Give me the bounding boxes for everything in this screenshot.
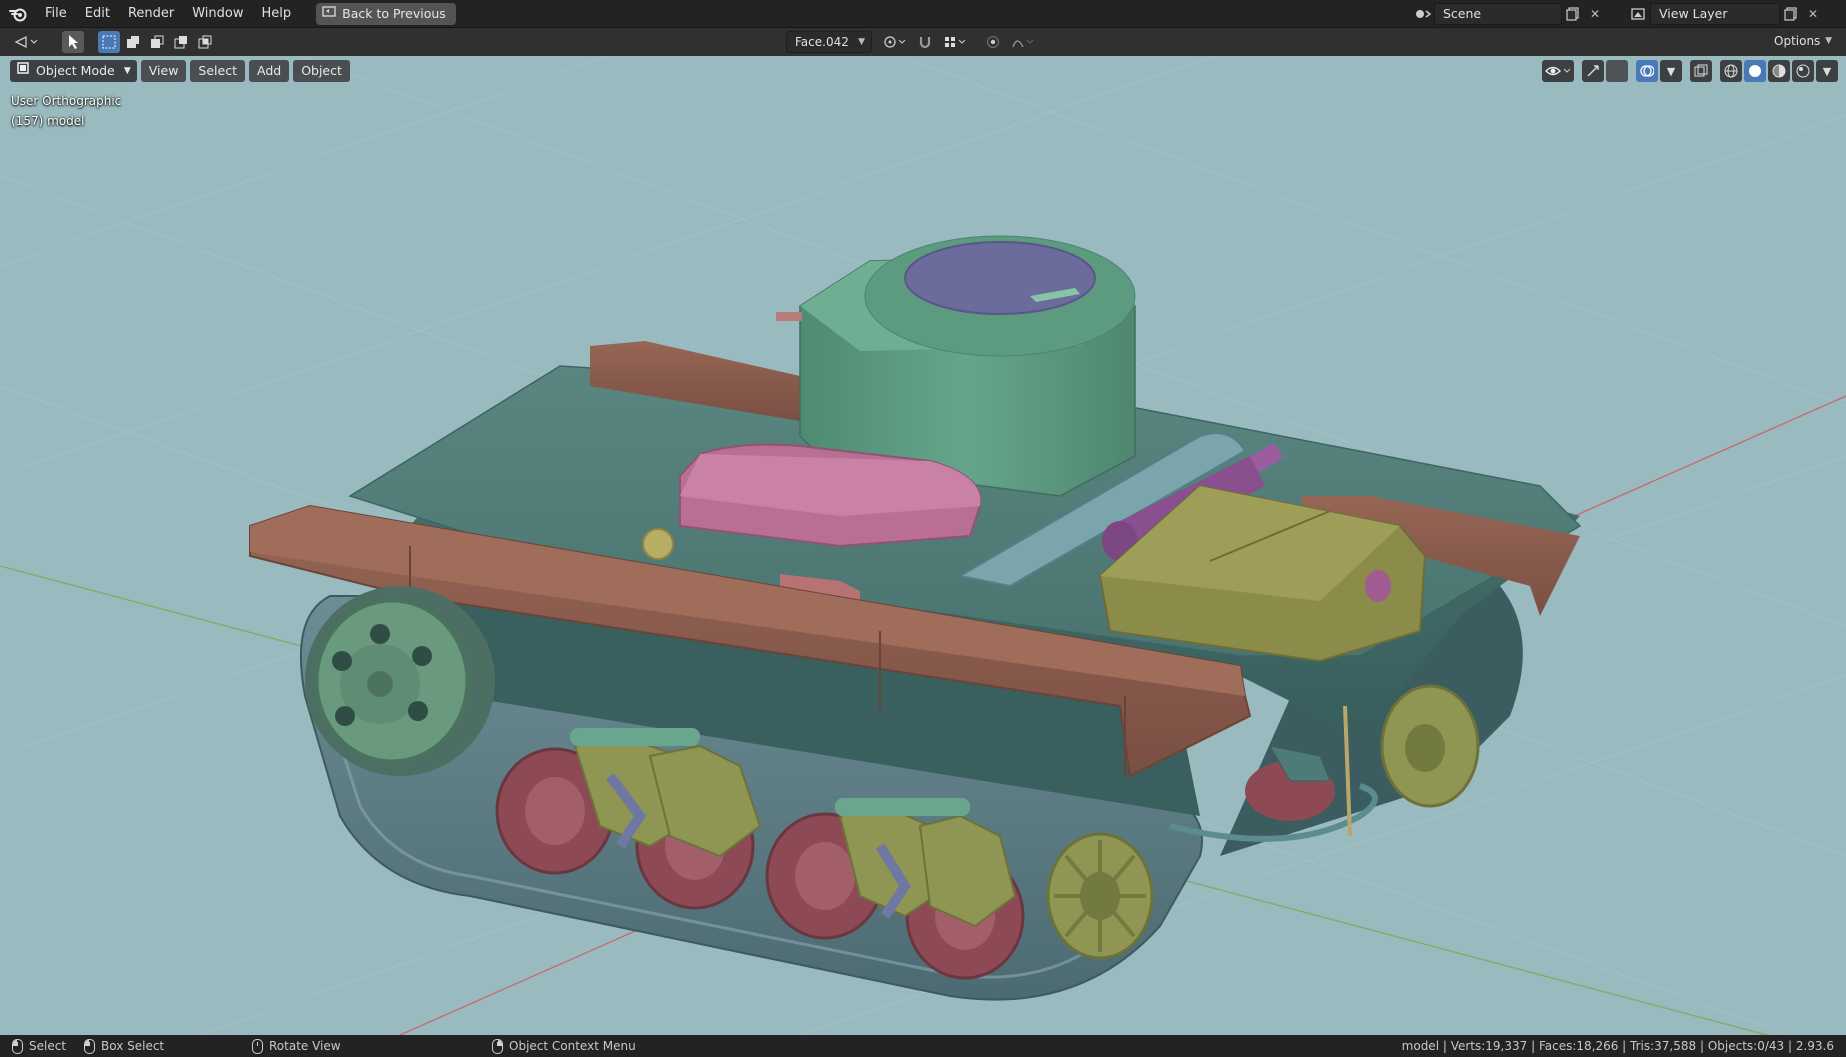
chevron-down-icon[interactable]: ▼ (1816, 60, 1838, 82)
transform-tools (880, 31, 1038, 53)
menu-select[interactable]: Select (190, 60, 245, 82)
select-subtract-icon[interactable] (146, 31, 168, 53)
new-scene-icon[interactable] (1562, 3, 1584, 25)
overlays-icon[interactable] (1636, 60, 1658, 82)
status-rotate-view: Rotate View (252, 1038, 341, 1054)
status-select: Select (12, 1038, 67, 1054)
falloff-curve-icon[interactable] (1008, 31, 1038, 53)
select-intersect-icon[interactable] (194, 31, 216, 53)
rear-idler-wheel (1380, 684, 1480, 808)
idler-wheel (1046, 832, 1154, 960)
view-layer-selector: View Layer ✕ (1628, 3, 1824, 25)
select-invert-icon[interactable] (170, 31, 192, 53)
viewport-display-tools: ▼ ▼ (1542, 60, 1838, 82)
pivot-point-icon[interactable] (880, 31, 910, 53)
select-mode-group (98, 31, 216, 53)
visibility-eye-icon[interactable] (1542, 60, 1574, 82)
mouse-left-icon (12, 1038, 23, 1054)
chevron-down-icon[interactable]: ▼ (1660, 60, 1682, 82)
back-to-previous-label: Back to Previous (342, 6, 446, 21)
gizmo-icon[interactable] (1582, 60, 1604, 82)
material-preview-icon[interactable] (1768, 60, 1790, 82)
select-tool-icon[interactable] (62, 31, 84, 53)
proportional-edit-icon[interactable] (982, 31, 1004, 53)
object-mode-label: Object Mode (36, 63, 115, 78)
back-to-previous-button[interactable]: Back to Previous (316, 2, 456, 25)
menu-edit[interactable]: Edit (76, 3, 119, 25)
xray-toggle-icon[interactable] (1690, 60, 1712, 82)
object-mode-dropdown[interactable]: Object Mode ▼ (10, 60, 137, 82)
solid-shading-icon[interactable] (1744, 60, 1766, 82)
scene-statistics: model | Verts:19,337 | Faces:18,266 | Tr… (1401, 1039, 1834, 1053)
select-new-icon[interactable] (98, 31, 120, 53)
menu-add[interactable]: Add (248, 60, 290, 82)
top-menu-bar: File Edit Render Window Help Back to Pre… (0, 0, 1846, 28)
menu-help[interactable]: Help (253, 3, 301, 25)
view-name-label: User Orthographic (11, 94, 122, 108)
status-context-menu-label: Object Context Menu (509, 1039, 636, 1053)
close-view-layer-icon[interactable]: ✕ (1802, 3, 1824, 25)
scene-selector: Scene ✕ (1412, 3, 1606, 25)
options-label: Options (1774, 34, 1821, 48)
menu-render[interactable]: Render (119, 3, 183, 25)
menu-window[interactable]: Window (183, 3, 252, 25)
mouse-middle-icon (252, 1038, 263, 1054)
status-rotate-view-label: Rotate View (269, 1039, 341, 1053)
options-dropdown[interactable]: Options ▼ (1766, 31, 1838, 53)
tool-header: Face.042 ▼ Options ▼ (0, 28, 1846, 56)
blender-logo-icon[interactable] (8, 4, 28, 24)
scene-name-field[interactable]: Scene (1434, 3, 1562, 25)
drive-sprocket (305, 586, 495, 776)
mouse-right-icon (492, 1038, 503, 1054)
tank-scene-render (0, 56, 1846, 1035)
editor-type-icon[interactable] (10, 31, 42, 53)
close-scene-icon[interactable]: ✕ (1584, 3, 1606, 25)
viewport-header: Object Mode ▼ View Select Add Object (10, 60, 350, 82)
menu-file[interactable]: File (36, 3, 76, 25)
status-bar: Select Box Select Rotate View Object Con… (0, 1035, 1846, 1057)
screen-icon (322, 6, 336, 21)
chevron-down-icon: ▼ (1825, 36, 1832, 46)
face-dropdown[interactable]: Face.042 ▼ (786, 31, 872, 53)
view-layer-icon[interactable] (1628, 3, 1650, 25)
status-box-select-label: Box Select (101, 1039, 165, 1053)
snap-magnet-icon[interactable] (914, 31, 936, 53)
menu-view[interactable]: View (140, 60, 187, 82)
object-info-label: (157) model (11, 114, 85, 128)
object-mode-icon (16, 60, 30, 82)
snap-increment-icon[interactable] (940, 31, 970, 53)
chevron-down-icon: ▼ (123, 66, 131, 76)
status-box-select: Box Select (84, 1038, 165, 1054)
3d-viewport[interactable]: Object Mode ▼ View Select Add Object Use… (0, 56, 1846, 1035)
select-extend-icon[interactable] (122, 31, 144, 53)
mouse-drag-icon (84, 1038, 95, 1054)
gizmo-toggle[interactable] (1606, 60, 1628, 82)
view-layer-name-field[interactable]: View Layer (1650, 3, 1780, 25)
wireframe-shading-icon[interactable] (1720, 60, 1742, 82)
face-dropdown-label: Face.042 (795, 35, 849, 49)
scene-type-icon[interactable] (1412, 3, 1434, 25)
rendered-shading-icon[interactable] (1792, 60, 1814, 82)
status-select-label: Select (29, 1039, 67, 1053)
status-context-menu: Object Context Menu (492, 1038, 636, 1054)
menu-object[interactable]: Object (293, 60, 350, 82)
chevron-down-icon: ▼ (858, 37, 865, 47)
new-view-layer-icon[interactable] (1780, 3, 1802, 25)
turret-hatch (904, 241, 1096, 315)
headlight (642, 528, 674, 560)
